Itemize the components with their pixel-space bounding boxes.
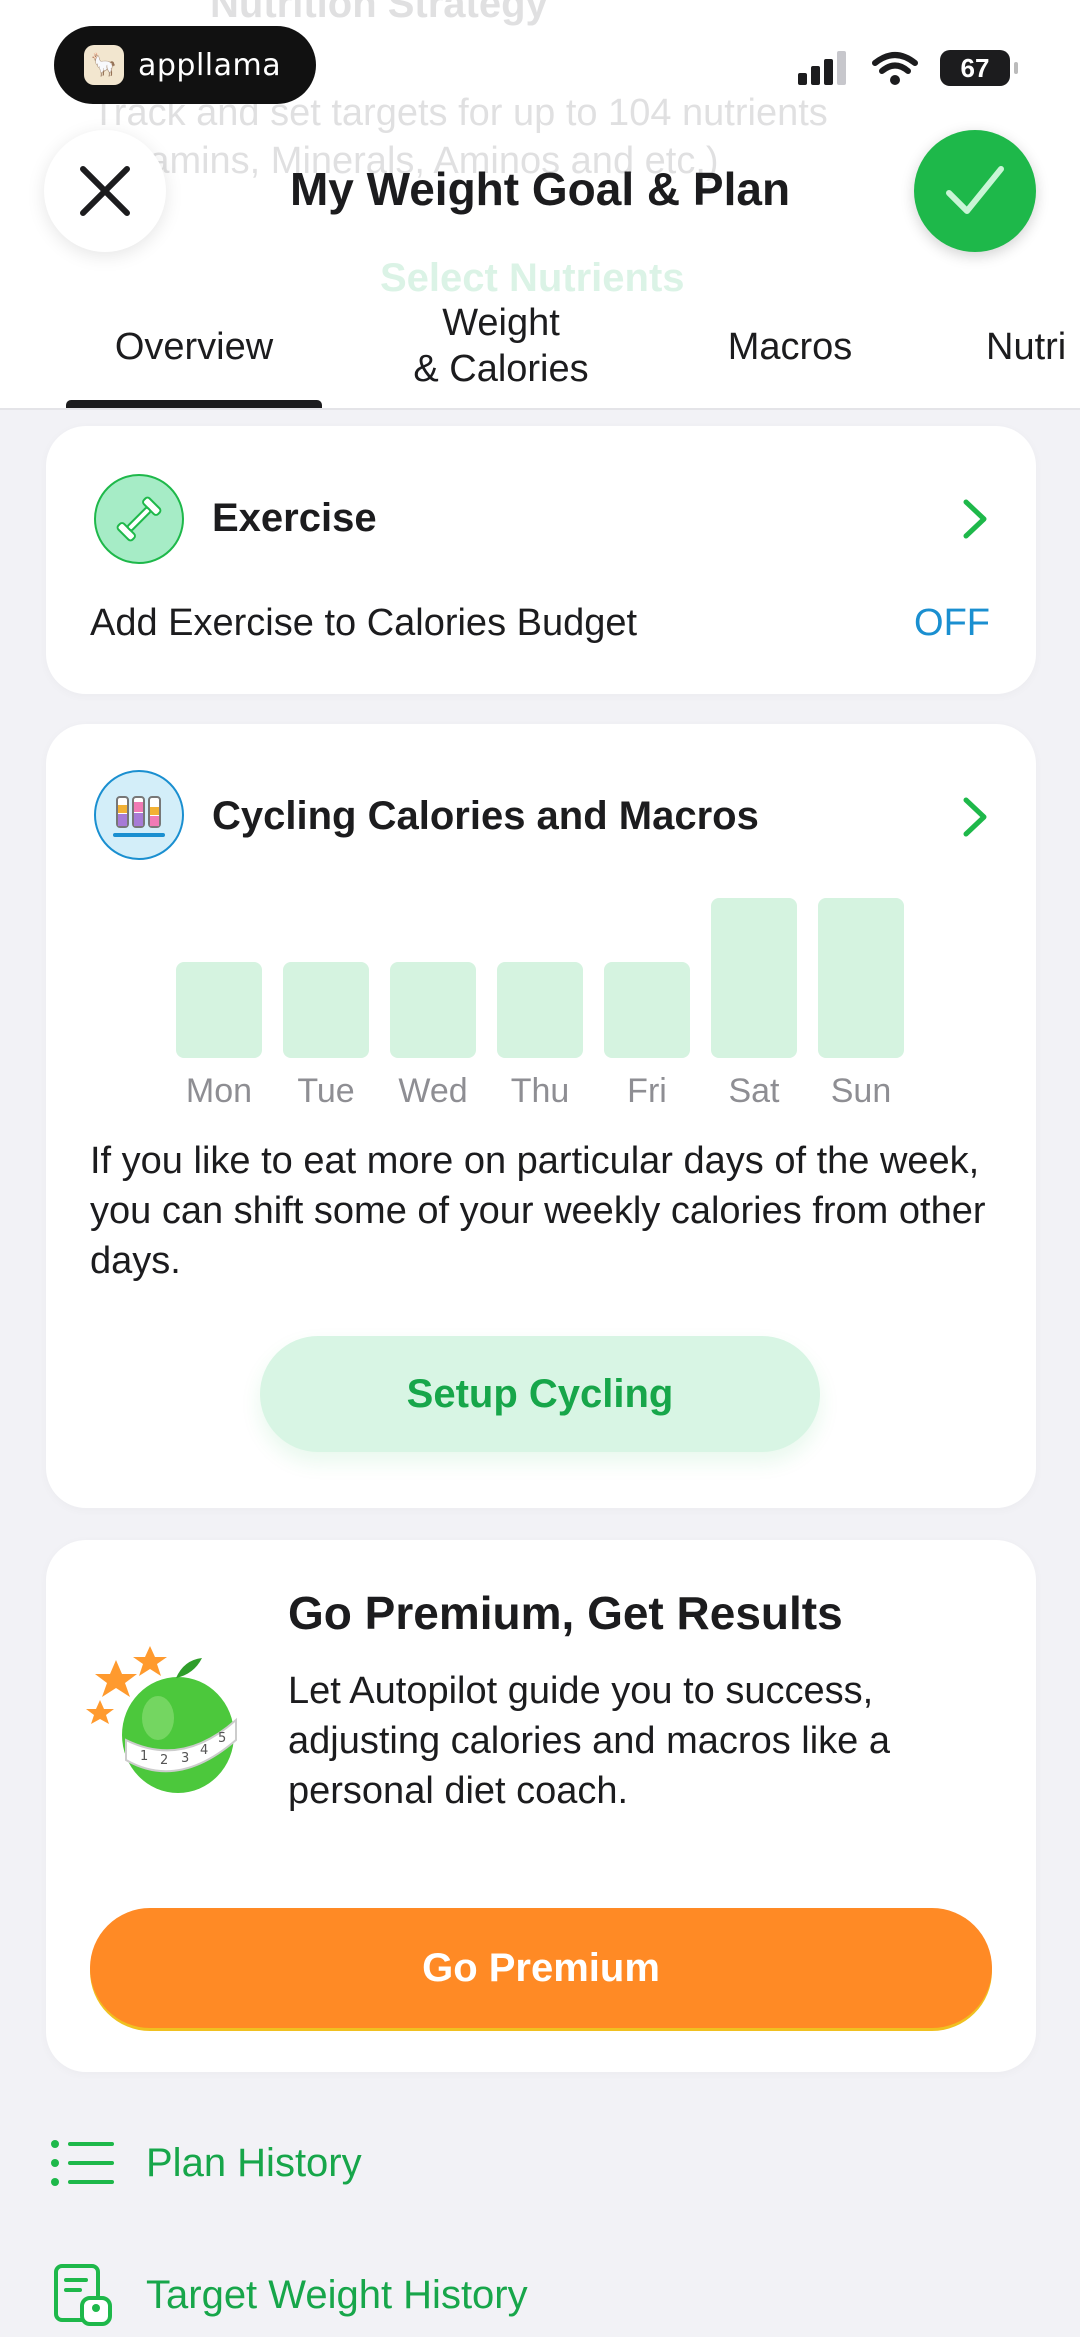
exercise-setting-toggle[interactable]: OFF (914, 602, 990, 645)
background-heading: Nutrition Strategy (210, 0, 548, 26)
day-bar-fri (604, 962, 690, 1058)
setup-cycling-button[interactable]: Setup Cycling (260, 1336, 820, 1452)
llama-logo-icon: 🦙 (84, 45, 124, 85)
cycling-title: Cycling Calories and Macros (212, 794, 759, 838)
day-bar-wed (390, 962, 476, 1058)
day-label: Thu (510, 1072, 570, 1110)
premium-description: Let Autopilot guide you to success, adju… (288, 1670, 890, 1812)
day-label: Sat (728, 1072, 780, 1110)
list-icon (51, 2140, 114, 2186)
clipboard-weight-icon (54, 2264, 112, 2326)
dumbbell-icon (94, 474, 184, 564)
checkmark-icon (946, 166, 1004, 214)
exercise-setting-label: Add Exercise to Calories Budget (90, 602, 638, 644)
day-bar-tue (283, 962, 369, 1058)
header-area: Nutrition Strategy Track and set targets… (0, 0, 1080, 410)
app-badge: 🦙 appllama (54, 26, 316, 104)
tab-macros[interactable]: Macros (700, 324, 880, 370)
chevron-right-icon[interactable] (962, 796, 988, 838)
day-bar-thu (497, 962, 583, 1058)
tab-nutrients[interactable]: Nutri (986, 324, 1080, 370)
cycling-card: Cycling Calories and Macros Mon Tue Wed … (46, 724, 1036, 1508)
svg-text:5: 5 (218, 1731, 226, 1746)
wifi-icon (872, 52, 918, 85)
plan-history-label: Plan History (146, 2140, 362, 2185)
premium-card: 1 2 3 4 5 Go Premium, Get Results Let Au… (46, 1540, 1036, 2072)
day-label: Sun (830, 1072, 892, 1110)
target-weight-history-label: Target Weight History (146, 2272, 528, 2317)
tab-overview[interactable]: Overview (66, 324, 322, 370)
tab-label-line: Weight (442, 302, 560, 344)
plan-history-link[interactable]: Plan History (50, 2138, 362, 2188)
apple-measuring-tape-icon: 1 2 3 4 5 (86, 1646, 237, 1793)
confirm-button[interactable] (914, 130, 1036, 252)
svg-text:3: 3 (181, 1751, 189, 1766)
tab-weight-calories[interactable]: Weight & Calories (396, 300, 606, 392)
day-label: Tue (297, 1072, 355, 1110)
day-label: Fri (627, 1072, 667, 1110)
app-badge-label: appllama (138, 47, 282, 83)
day-bar-sat (711, 898, 797, 1058)
tab-label-line: & Calories (413, 348, 589, 390)
svg-text:4: 4 (200, 1743, 208, 1758)
day-bar-sun (818, 898, 904, 1058)
cellular-signal-icon (798, 51, 846, 85)
status-icons: 67 (798, 50, 1018, 86)
svg-text:1: 1 (140, 1749, 148, 1764)
exercise-card[interactable]: Exercise Add Exercise to Calories Budget… (46, 426, 1036, 694)
day-label: Wed (398, 1072, 468, 1110)
weekly-calorie-bars: Mon Tue Wed Thu Fri Sat Sun (176, 898, 916, 1110)
background-link: Select Nutrients (380, 256, 685, 300)
target-weight-history-link[interactable]: Target Weight History (50, 2262, 528, 2328)
exercise-title: Exercise (212, 496, 377, 540)
cycling-bars-icon (94, 770, 184, 860)
chevron-right-icon[interactable] (962, 498, 988, 540)
day-bar-mon (176, 962, 262, 1058)
svg-text:2: 2 (160, 1753, 168, 1768)
cycling-description: If you like to eat more on particular da… (90, 1140, 986, 1282)
premium-title: Go Premium, Get Results (288, 1587, 843, 1639)
battery-icon: 67 (940, 50, 1018, 86)
active-tab-indicator (66, 400, 322, 408)
day-label: Mon (185, 1072, 253, 1110)
go-premium-button[interactable]: Go Premium (90, 1908, 992, 2028)
